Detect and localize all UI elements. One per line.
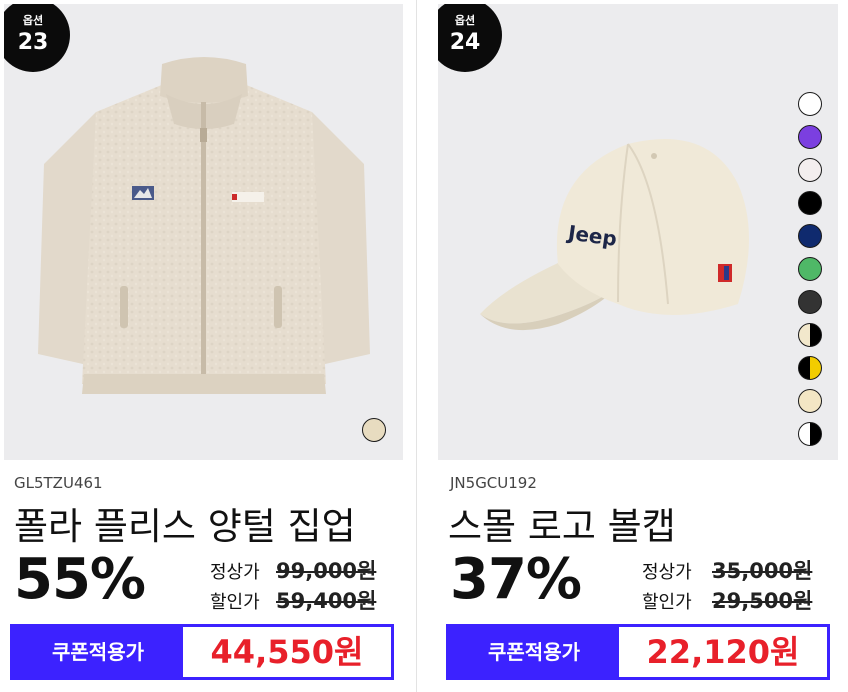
coupon-price-box[interactable]: 쿠폰적용가 44,550원 — [10, 624, 394, 680]
coupon-price-box[interactable]: 쿠폰적용가 22,120원 — [446, 624, 830, 680]
coupon-label: 쿠폰적용가 — [13, 627, 183, 677]
color-swatch-cream-black[interactable] — [798, 323, 822, 347]
product-image-area[interactable]: 옵션 23 — [4, 4, 403, 460]
color-swatch-ivory[interactable] — [798, 389, 822, 413]
regular-price: 35,000원 — [712, 559, 813, 583]
ball-cap-image: Jeep — [480, 139, 749, 331]
sale-price-label: 할인가 — [642, 592, 692, 613]
color-swatch-charcoal[interactable] — [798, 290, 822, 314]
sale-price-label: 할인가 — [210, 592, 260, 613]
option-badge: 옵션 24 — [438, 4, 502, 72]
product-name[interactable]: 폴라 플리스 양털 집업 — [14, 496, 356, 550]
product-code: JN5GCU192 — [450, 474, 537, 492]
color-swatch-white[interactable] — [798, 92, 822, 116]
color-swatch-black-yellow[interactable] — [798, 356, 822, 380]
color-swatch-navy[interactable] — [798, 224, 822, 248]
product-image-area[interactable]: 옵션 24 Jeep — [438, 4, 838, 460]
color-swatch-beige[interactable] — [362, 418, 386, 442]
coupon-price: 22,120원 — [646, 633, 800, 671]
card-divider — [416, 0, 417, 692]
product-code: GL5TZU461 — [14, 474, 103, 492]
regular-price-label: 정상가 — [642, 562, 692, 583]
product-card-23[interactable]: 옵션 23 GL5TZU461 폴라 플리스 양털 집업 55% 정상가 99,… — [0, 0, 405, 692]
option-badge-number: 23 — [17, 30, 49, 55]
option-badge-number: 24 — [449, 30, 481, 55]
discount-rate: 55% — [14, 547, 146, 612]
product-name[interactable]: 스몰 로고 볼캡 — [448, 496, 676, 550]
color-swatch-black[interactable] — [798, 191, 822, 215]
color-swatch-purple[interactable] — [798, 125, 822, 149]
fleece-jacket-image — [38, 57, 370, 394]
regular-price-label: 정상가 — [210, 562, 260, 583]
color-swatch-white-black[interactable] — [798, 422, 822, 446]
color-swatch-light-pink[interactable] — [798, 158, 822, 182]
product-card-24[interactable]: 옵션 24 Jeep JN5GCU192 스몰 로고 볼캡 37% 정상가 35… — [436, 0, 841, 692]
regular-price: 99,000원 — [276, 559, 377, 583]
sale-price: 59,400원 — [276, 589, 377, 613]
sale-price: 29,500원 — [712, 589, 813, 613]
discount-rate: 37% — [450, 547, 582, 612]
coupon-price: 44,550원 — [210, 633, 364, 671]
color-swatch-green[interactable] — [798, 257, 822, 281]
option-badge-label: 옵션 — [454, 14, 476, 27]
option-badge-label: 옵션 — [22, 14, 44, 27]
coupon-label: 쿠폰적용가 — [449, 627, 619, 677]
